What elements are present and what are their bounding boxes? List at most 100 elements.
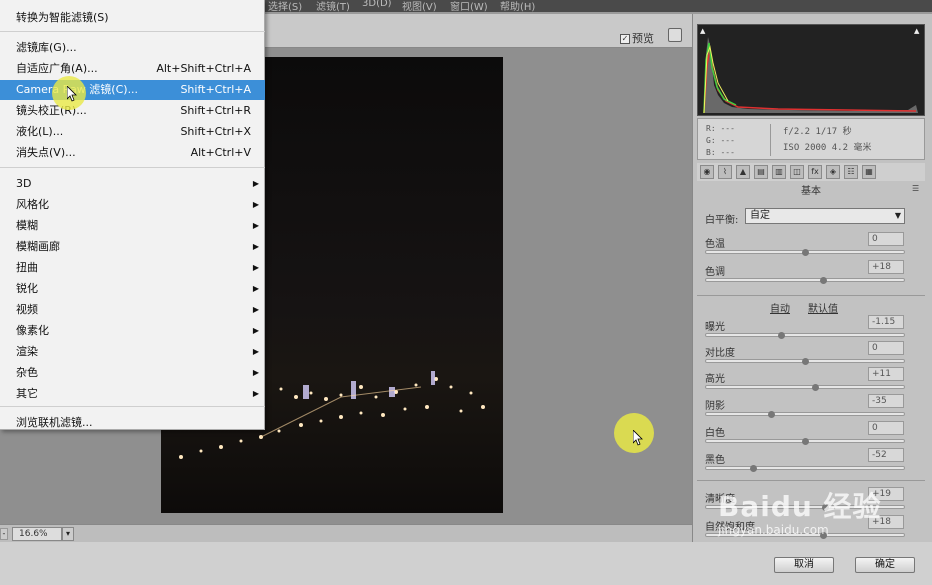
menu-item-browse-online-filters[interactable]: 浏览联机滤镜... [0,413,265,433]
menu-item-convert-smart-filter[interactable]: 转换为智能滤镜(S) [0,8,265,28]
submenu-arrow-icon: ▶ [252,221,259,230]
slider-value-input[interactable]: 0 [868,232,904,246]
basic-tab-icon[interactable]: ◉ [700,165,714,179]
menu-separator [0,167,265,168]
menu-item-label: 锐化 [16,282,38,295]
menu-item-label: 渲染 [16,345,38,358]
menu-item-blur[interactable]: 模糊 ▶ [0,216,265,236]
rgb-readout: R: --- G: --- B: --- [706,123,735,159]
menu-item-sharpen[interactable]: 锐化 ▶ [0,279,265,299]
slider-thumb[interactable] [820,277,827,284]
lens-tab-icon[interactable]: ◫ [790,165,804,179]
zoom-out-icon[interactable]: - [0,528,8,540]
status-bar: - 16.6% ▾ [0,524,692,542]
hsl-tab-icon[interactable]: ▤ [754,165,768,179]
slider-thumb[interactable] [802,249,809,256]
menu-item-distort[interactable]: 扭曲 ▶ [0,258,265,278]
slider-value-input[interactable]: +18 [868,260,904,274]
menu-separator [0,406,265,407]
slider-value-input[interactable]: 0 [868,421,904,435]
exif-readout: f/2.2 1/17 秒 ISO 2000 4.2 毫米 [770,124,871,156]
shadow-clipping-icon[interactable]: ▲ [700,27,708,35]
slider-value-input[interactable]: +11 [868,367,904,381]
menu-item-filter-gallery[interactable]: 滤镜库(G)... [0,38,265,58]
auto-tone-link[interactable]: 自动 [770,300,790,315]
menu-item-shortcut: Shift+Ctrl+X [180,125,251,138]
slider-row: 白色 0 [705,421,905,450]
default-tone-link[interactable]: 默认值 [808,300,838,315]
menu-mouse-cursor-icon [67,86,77,102]
histogram: ▲ ▲ [697,24,925,116]
menu-item-3d[interactable]: 3D ▶ [0,174,265,194]
submenu-arrow-icon: ▶ [252,326,259,335]
panel-divider [697,295,925,296]
menu-item-adaptive-wide-angle[interactable]: 自适应广角(A)... Alt+Shift+Ctrl+A [0,59,265,79]
white-balance-select[interactable]: 自定 ▼ [745,208,905,224]
menu-item-noise[interactable]: 杂色 ▶ [0,363,265,383]
panel-menu-icon[interactable]: ☰ [912,184,919,193]
menu-item-shortcut: Shift+Ctrl+A [180,83,251,96]
menu-item-pixelate[interactable]: 像素化 ▶ [0,321,265,341]
highlight-clipping-icon[interactable]: ▲ [914,27,922,35]
slider-value-input[interactable]: -1.15 [868,315,904,329]
zoom-dropdown-icon[interactable]: ▾ [62,527,74,541]
slider-value-input[interactable]: 0 [868,341,904,355]
menu-item-vanishing-point[interactable]: 消失点(V)... Alt+Ctrl+V [0,143,265,163]
slider-value-input[interactable]: -35 [868,394,904,408]
panel-section-title: 基本 [801,186,821,197]
slider-thumb[interactable] [768,411,775,418]
b-value: B: --- [706,148,735,157]
menu-item-label: 视频 [16,303,38,316]
preview-label: 预览 [632,32,654,45]
menu-item-blur-gallery[interactable]: 模糊画廊 ▶ [0,237,265,257]
snapshots-tab-icon[interactable]: ▦ [862,165,876,179]
menu-item-label: 转换为智能滤镜(S) [16,11,109,24]
aperture-shutter: f/2.2 1/17 秒 [783,127,852,137]
slider-value-input[interactable]: -52 [868,448,904,462]
preview-checkbox-box[interactable]: ✓ [620,34,630,44]
slider-track[interactable] [705,466,905,470]
slider-label: 高光 [705,374,725,385]
split-toning-tab-icon[interactable]: ▥ [772,165,786,179]
slider-thumb[interactable] [802,438,809,445]
slider-track[interactable] [705,385,905,389]
menu-item-liquify[interactable]: 液化(L)... Shift+Ctrl+X [0,122,265,142]
menu-item-other[interactable]: 其它 ▶ [0,384,265,404]
menu-item-stylize[interactable]: 风格化 ▶ [0,195,265,215]
menu-item-camera-raw-filter[interactable]: Camera Raw 滤镜(C)...Shift+Ctrl+A [0,80,265,100]
mouse-cursor-icon [633,430,643,446]
slider-track[interactable] [705,333,905,337]
slider-row: 阴影 -35 [705,394,905,423]
effects-tab-icon[interactable]: fx [808,165,822,179]
slider-track[interactable] [705,278,905,282]
menu-item-label: 自适应广角(A)... [16,62,98,75]
menu-item-label: 3D [16,177,32,190]
chevron-down-icon: ▼ [894,211,901,220]
slider-track[interactable] [705,412,905,416]
camera-calibration-tab-icon[interactable]: ◈ [826,165,840,179]
menu-item-lens-correction[interactable]: 镜头校正(R)... Shift+Ctrl+R [0,101,265,121]
preview-checkbox[interactable]: ✓ 预览 [620,30,654,46]
fullscreen-icon[interactable] [668,28,682,42]
menu-item-label: 滤镜库(G)... [16,41,77,54]
slider-thumb[interactable] [750,465,757,472]
submenu-arrow-icon: ▶ [252,263,259,272]
detail-tab-icon[interactable]: ▲ [736,165,750,179]
presets-tab-icon[interactable]: ☷ [844,165,858,179]
tone-curve-tab-icon[interactable]: ⌇ [718,165,732,179]
zoom-level-field[interactable]: 16.6% [12,527,62,541]
menu-3d[interactable]: 3D(D) [362,0,392,9]
slider-label: 色温 [705,239,725,250]
menu-item-shortcut: Alt+Ctrl+V [190,146,251,159]
menu-item-render[interactable]: 渲染 ▶ [0,342,265,362]
menu-item-video[interactable]: 视频 ▶ [0,300,265,320]
slider-thumb[interactable] [802,358,809,365]
ok-button[interactable]: 确定 [855,557,915,573]
camera-info: R: --- G: --- B: --- f/2.2 1/17 秒 ISO 20… [697,118,925,160]
slider-thumb[interactable] [812,384,819,391]
slider-label: 白色 [705,428,725,439]
menu-item-label: 液化(L)... [16,125,64,138]
submenu-arrow-icon: ▶ [252,179,259,188]
slider-thumb[interactable] [778,332,785,339]
cancel-button[interactable]: 取消 [774,557,834,573]
